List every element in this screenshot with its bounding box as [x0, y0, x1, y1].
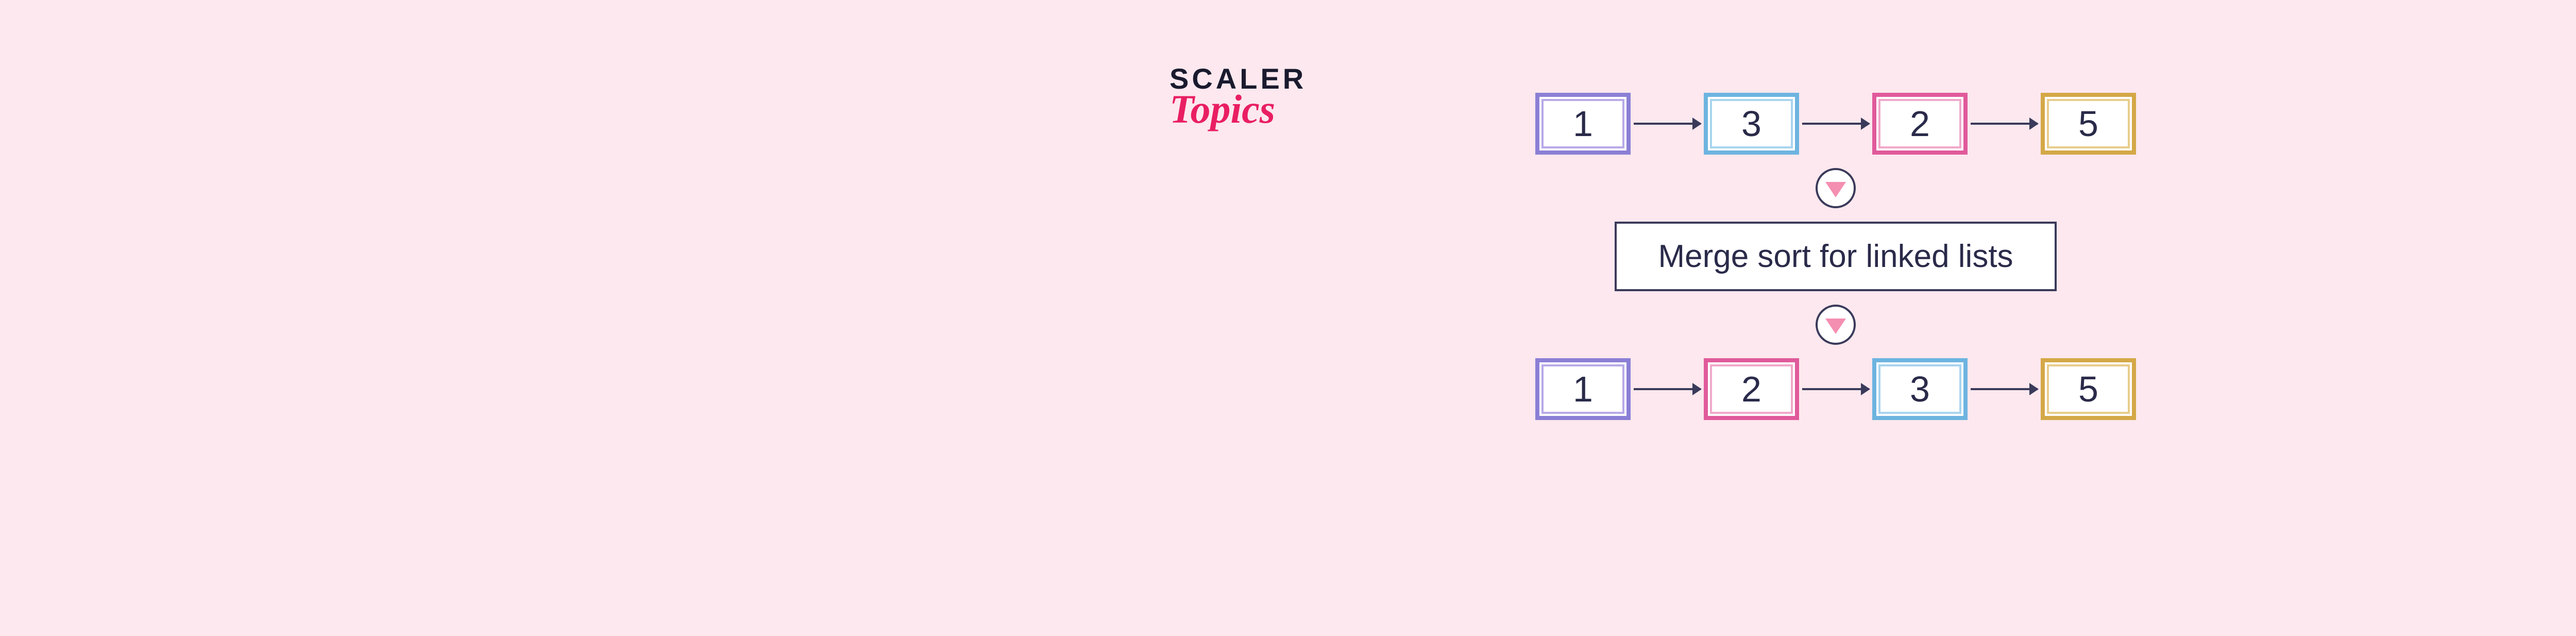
list-node: 2: [1704, 358, 1799, 420]
arrow-right-icon: [1634, 388, 1701, 390]
scaler-topics-logo: SCALER Topics: [1170, 62, 1307, 132]
arrow-right-icon: [1802, 123, 1869, 125]
arrow-right-icon: [1634, 123, 1701, 125]
down-arrow-icon: [1816, 168, 1856, 208]
list-node: 1: [1535, 358, 1631, 420]
input-linked-list: 1 3 2 5: [1535, 93, 2136, 155]
list-node: 5: [2041, 358, 2136, 420]
triangle-down-icon: [1825, 319, 1846, 334]
merge-sort-diagram: 1 3 2 5 Merge sort for linked lists 1 2 …: [1535, 93, 2136, 420]
list-node: 3: [1704, 93, 1799, 155]
list-node: 1: [1535, 93, 1631, 155]
list-node: 5: [2041, 93, 2136, 155]
output-linked-list: 1 2 3 5: [1535, 358, 2136, 420]
list-node: 3: [1872, 358, 1968, 420]
arrow-right-icon: [1971, 123, 2038, 125]
triangle-down-icon: [1825, 182, 1846, 197]
list-node: 2: [1872, 93, 1968, 155]
arrow-right-icon: [1802, 388, 1869, 390]
arrow-right-icon: [1971, 388, 2038, 390]
down-arrow-icon: [1816, 305, 1856, 345]
diagram-title: Merge sort for linked lists: [1615, 222, 2056, 291]
